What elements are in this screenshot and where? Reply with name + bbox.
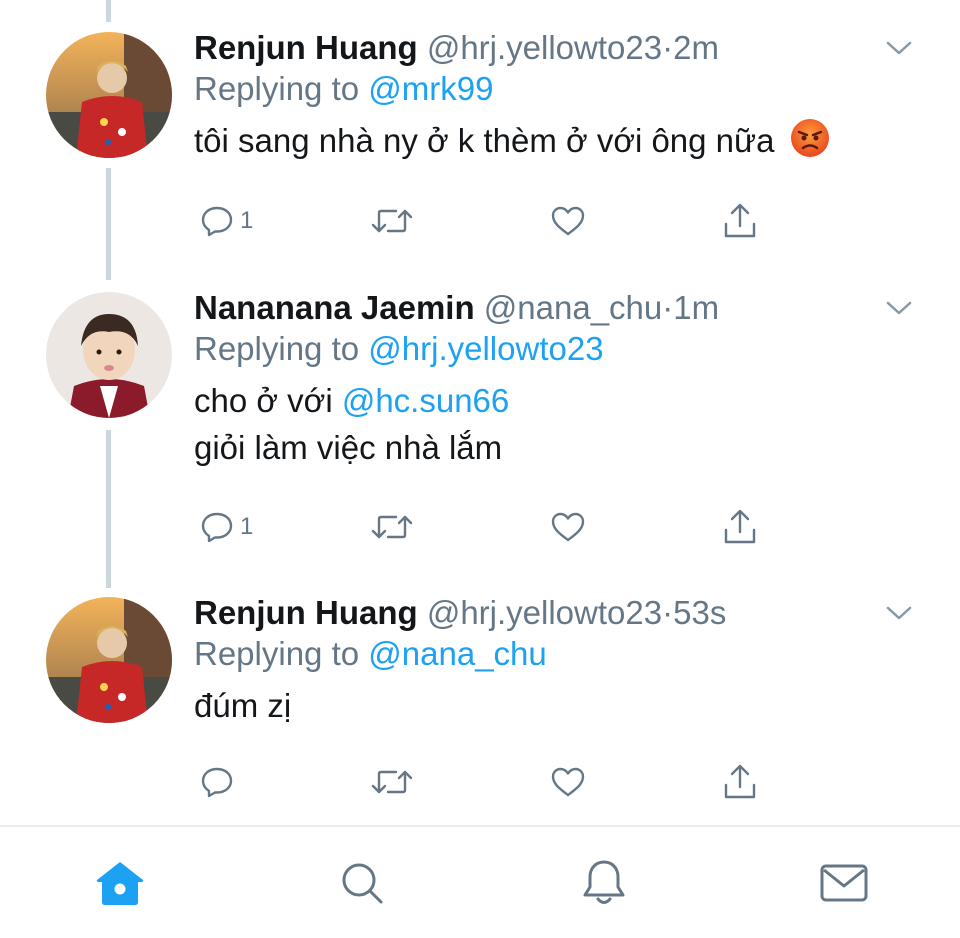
reply-button[interactable]: 1 <box>200 504 253 550</box>
tweet-text: cho ở với @hc.sun66 giỏi làm việc nhà lắ… <box>194 377 920 471</box>
replying-to: Replying to @nana_chu <box>194 634 920 674</box>
tweet-3[interactable]: Renjun Huang @hrj.yellowto23·53s Replyin… <box>0 575 960 825</box>
user-handle[interactable]: @hrj.yellowto23 <box>427 594 662 631</box>
chevron-down-icon[interactable] <box>884 298 914 318</box>
heart-icon <box>551 512 585 542</box>
separator-dot: · <box>662 29 674 66</box>
heart-icon <box>551 206 585 236</box>
tweet-text: đúm zị <box>194 682 920 729</box>
tweet-header: Renjun Huang @hrj.yellowto23·53s <box>194 593 920 633</box>
tweet-text-line: cho ở với @hc.sun66 <box>194 377 920 424</box>
timestamp[interactable]: 2m <box>673 29 719 66</box>
tab-home[interactable] <box>90 853 150 913</box>
avatar[interactable] <box>46 32 172 158</box>
display-name[interactable]: Nananana Jaemin <box>194 289 475 326</box>
like-button[interactable] <box>550 504 586 550</box>
replying-to: Replying to @hrj.yellowto23 <box>194 329 920 369</box>
tweet-text-line: đúm zị <box>194 687 292 724</box>
tab-messages[interactable] <box>814 853 874 913</box>
share-icon <box>724 509 756 544</box>
like-button[interactable] <box>550 198 586 244</box>
timestamp[interactable]: 1m <box>673 289 719 326</box>
tweet-header: Renjun Huang @hrj.yellowto23·2m <box>194 28 920 68</box>
tweet-header: Nananana Jaemin @nana_chu·1m <box>194 288 920 328</box>
like-button[interactable] <box>550 759 586 805</box>
share-button[interactable] <box>722 759 758 805</box>
tweet-text-line: tôi sang nhà ny ở k thèm ở với ông nữa <box>194 122 775 159</box>
retweet-icon <box>371 209 413 233</box>
chevron-down-icon[interactable] <box>884 38 914 58</box>
reply-button[interactable] <box>200 759 240 805</box>
user-handle[interactable]: @hrj.yellowto23 <box>427 29 662 66</box>
tab-notifications[interactable] <box>574 853 634 913</box>
replying-prefix: Replying to <box>194 330 360 367</box>
replying-prefix: Replying to <box>194 70 360 107</box>
replying-mention[interactable]: @mrk99 <box>368 70 493 107</box>
heart-icon <box>551 767 585 797</box>
retweet-icon <box>371 515 413 539</box>
tweet-actions: 1 <box>194 198 794 244</box>
share-icon <box>724 203 756 238</box>
separator-dot: · <box>662 594 674 631</box>
share-button[interactable] <box>722 504 758 550</box>
tweet-1[interactable]: Renjun Huang @hrj.yellowto23·2m Replying… <box>0 0 960 270</box>
tweet-actions <box>194 759 794 805</box>
avatar[interactable] <box>46 292 172 418</box>
tweet-text-prefix: cho ở với <box>194 382 333 419</box>
home-icon <box>96 862 144 905</box>
search-icon <box>342 863 383 904</box>
reply-count: 1 <box>240 207 254 234</box>
replying-mention[interactable]: @nana_chu <box>368 635 546 672</box>
display-name[interactable]: Renjun Huang <box>194 29 418 66</box>
share-button[interactable] <box>722 198 758 244</box>
angry-face-emoji-icon <box>790 118 830 170</box>
share-icon <box>724 764 756 799</box>
retweet-button[interactable] <box>370 504 414 550</box>
mail-icon <box>820 864 868 902</box>
display-name[interactable]: Renjun Huang <box>194 594 418 631</box>
tweet-text: tôi sang nhà ny ở k thèm ở với ông nữa <box>194 117 920 170</box>
avatar[interactable] <box>46 597 172 723</box>
bottom-tab-bar <box>0 827 960 938</box>
tweet-text-line-2: giỏi làm việc nhà lắm <box>194 429 503 466</box>
reply-count: 1 <box>240 513 254 540</box>
tweet-actions: 1 <box>194 504 794 550</box>
user-handle[interactable]: @nana_chu <box>484 289 662 326</box>
retweet-button[interactable] <box>370 198 414 244</box>
tweet-text-mention[interactable]: @hc.sun66 <box>342 382 509 419</box>
replying-mention[interactable]: @hrj.yellowto23 <box>368 330 603 367</box>
replying-to: Replying to @mrk99 <box>194 69 920 109</box>
retweet-icon <box>371 770 413 794</box>
reply-icon <box>201 767 233 798</box>
bell-icon <box>583 860 625 904</box>
separator-dot: · <box>662 289 674 326</box>
chevron-down-icon[interactable] <box>884 603 914 623</box>
reply-icon <box>201 206 233 237</box>
tab-search[interactable] <box>332 853 392 913</box>
tweet-2[interactable]: Nananana Jaemin @nana_chu·1m Replying to… <box>0 270 960 575</box>
timestamp[interactable]: 53s <box>673 594 726 631</box>
retweet-button[interactable] <box>370 759 414 805</box>
replying-prefix: Replying to <box>194 635 360 672</box>
reply-button[interactable]: 1 <box>200 198 253 244</box>
reply-icon <box>201 512 233 543</box>
